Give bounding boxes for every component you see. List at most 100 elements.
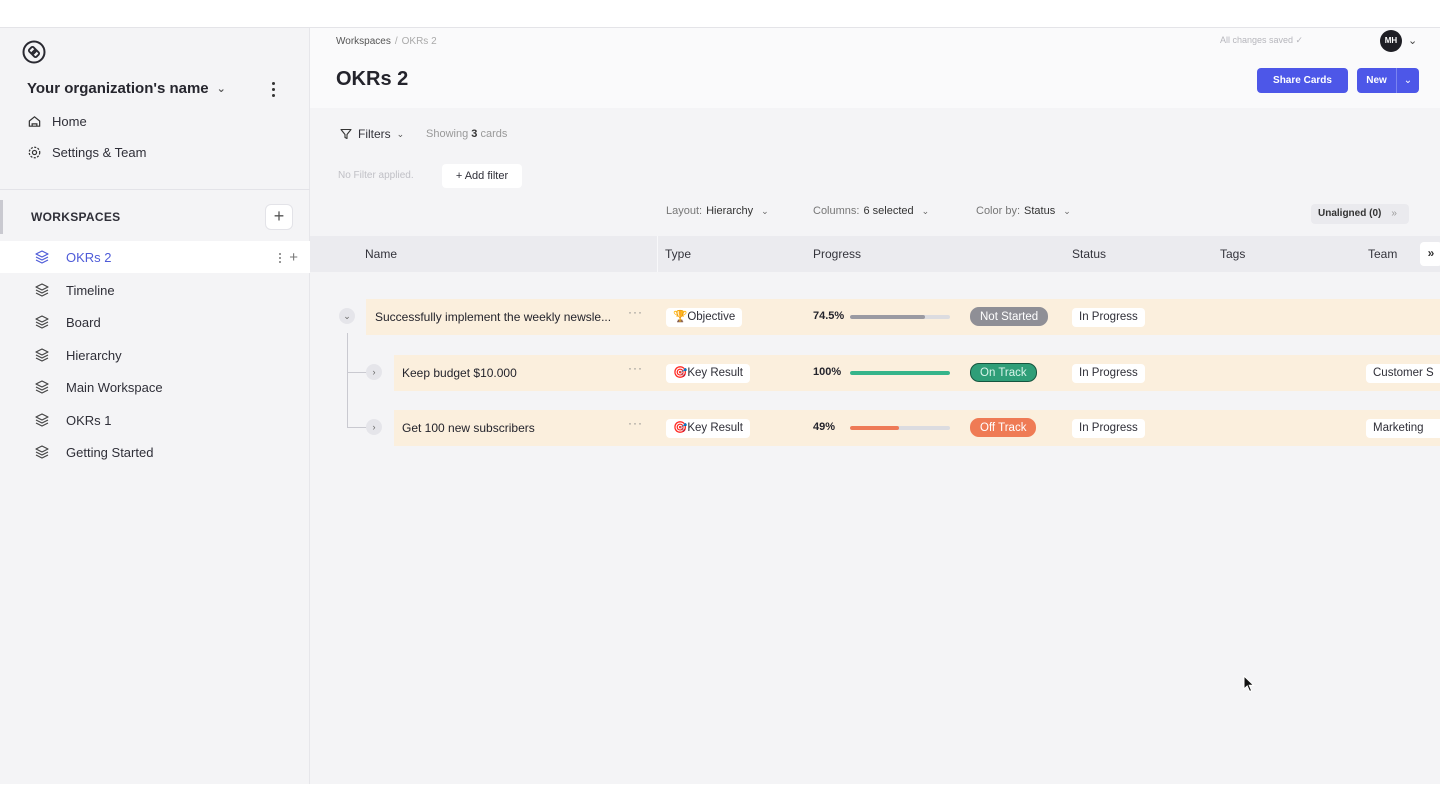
progress-bar-fill [850, 371, 950, 375]
workspaces-header: WORKSPACES + [0, 200, 310, 234]
chevron-down-icon: ⌄ [216, 83, 226, 95]
color-by-select[interactable]: Color by: Status ⌄ [976, 205, 1071, 217]
sidebar-divider [0, 189, 310, 190]
nav-settings[interactable]: Settings & Team [27, 145, 146, 160]
table-row[interactable]: Successfully implement the weekly newsle… [366, 299, 1440, 335]
type-pill: 🎯Key Result [666, 364, 750, 383]
layers-icon [35, 413, 49, 427]
table-row[interactable]: Keep budget $10.000 ··· 🎯Key Result 100%… [394, 355, 1440, 391]
workspace-item-getting-started[interactable]: Getting Started [0, 436, 310, 468]
status-pill[interactable]: In Progress [1072, 419, 1145, 438]
avatar[interactable]: MH [1380, 30, 1402, 52]
new-button[interactable]: New [1357, 68, 1397, 93]
sidebar: Your organization's name ⌄ Home Settings… [0, 28, 310, 784]
expand-row-icon[interactable]: › [366, 364, 382, 380]
column-header-name[interactable]: Name [365, 247, 397, 261]
workspace-item-timeline[interactable]: Timeline [0, 274, 310, 306]
status-badge[interactable]: Off Track [970, 418, 1037, 437]
row-menu-icon[interactable]: ··· [628, 416, 643, 430]
add-subpage-icon[interactable]: + [289, 249, 298, 266]
columns-select[interactable]: Columns: 6 selected ⌄ [813, 205, 929, 217]
share-cards-button[interactable]: Share Cards [1257, 68, 1348, 93]
double-chevron-right-icon: » [1391, 208, 1397, 219]
showing-count: Showing 3 cards [426, 128, 507, 140]
page-header: Workspaces / OKRs 2 OKRs 2 All changes sav… [310, 28, 1440, 108]
chevron-down-icon: ⌄ [396, 128, 405, 139]
filters-button[interactable]: Filters ⌄ [340, 127, 404, 141]
workspace-item-okrs-1[interactable]: OKRs 1 [0, 404, 310, 436]
column-header-progress[interactable]: Progress [813, 247, 861, 261]
new-button-group: New ⌄ [1357, 68, 1419, 93]
color-by-label: Color by: [976, 205, 1021, 217]
org-menu-icon[interactable] [266, 80, 280, 98]
team-pill[interactable]: Marketing [1366, 419, 1440, 438]
expand-columns-icon[interactable]: » [1420, 242, 1440, 266]
row-menu-icon[interactable]: ··· [628, 361, 643, 375]
progress-percent: 49% [813, 421, 836, 433]
expand-row-icon[interactable]: › [366, 419, 382, 435]
row-name[interactable]: Successfully implement the weekly newsle… [375, 310, 611, 324]
column-header-team[interactable]: Team [1368, 247, 1397, 261]
workspace-label: Getting Started [66, 444, 154, 460]
status-badge[interactable]: On Track [970, 363, 1037, 382]
column-header-status[interactable]: Status [1072, 247, 1106, 261]
workspace-item-main-workspace[interactable]: Main Workspace [0, 371, 310, 403]
workspace-label: Board [66, 314, 101, 330]
table-row[interactable]: Get 100 new subscribers ··· 🎯Key Result … [394, 410, 1440, 446]
type-pill: 🏆Objective [666, 308, 743, 327]
workspace-item-hierarchy[interactable]: Hierarchy [0, 339, 310, 371]
progress-bar-fill [850, 315, 925, 319]
layout-select[interactable]: Layout: Hierarchy ⌄ [666, 205, 769, 217]
chevron-down-icon: ⌄ [921, 205, 930, 216]
layers-icon [35, 315, 49, 329]
workspace-label: Timeline [66, 282, 115, 298]
app-logo-icon[interactable] [22, 40, 46, 64]
nav-home[interactable]: Home [27, 114, 87, 129]
progress-bar [850, 371, 950, 375]
chevron-down-icon: ⌄ [1063, 205, 1071, 216]
org-switcher[interactable]: Your organization's name ⌄ [27, 80, 226, 97]
unaligned-button[interactable]: Unaligned (0) » [1311, 204, 1409, 224]
team-pill[interactable]: Customer S [1366, 364, 1440, 383]
columns-label: Columns: [813, 205, 860, 217]
chevron-down-icon[interactable]: ⌄ [1408, 34, 1417, 47]
status-pill[interactable]: In Progress [1072, 308, 1145, 327]
filter-icon [340, 128, 352, 140]
tree-connector [347, 427, 367, 428]
row-menu-icon[interactable]: ··· [628, 305, 643, 319]
showing-suffix: cards [480, 128, 508, 140]
layout-label: Layout: [666, 205, 703, 217]
chevron-down-icon: ⌄ [761, 205, 769, 216]
layers-icon [35, 283, 49, 297]
layers-icon [35, 445, 49, 459]
workspace-menu-icon[interactable] [279, 252, 282, 263]
row-name[interactable]: Keep budget $10.000 [402, 366, 517, 380]
breadcrumb-current: OKRs 2 [401, 36, 437, 47]
workspace-item-board[interactable]: Board [0, 306, 310, 338]
workspace-item-okrs-2[interactable]: OKRs 2 + [0, 241, 310, 273]
breadcrumb-workspaces[interactable]: Workspaces [336, 36, 391, 47]
row-name[interactable]: Get 100 new subscribers [402, 421, 535, 435]
add-filter-button[interactable]: + Add filter [442, 164, 522, 188]
collapse-row-icon[interactable]: ⌄ [339, 308, 355, 324]
columns-value: 6 selected [863, 205, 914, 217]
nav-home-label: Home [52, 114, 87, 129]
home-icon [28, 116, 41, 127]
table-header: Name Type Progress Status Tags Team » [310, 236, 1440, 272]
app-window: Your organization's name ⌄ Home Settings… [0, 27, 1440, 784]
status-badge[interactable]: Not Started [970, 307, 1049, 326]
progress-percent: 74.5% [813, 310, 845, 322]
progress-bar [850, 426, 950, 430]
column-header-type[interactable]: Type [665, 247, 691, 261]
workspace-label: OKRs 1 [66, 412, 112, 428]
unaligned-label: Unaligned (0) [1318, 208, 1382, 219]
breadcrumb: Workspaces / OKRs 2 [336, 36, 437, 47]
layers-icon [35, 250, 49, 264]
progress-percent: 100% [813, 366, 842, 378]
column-header-tags[interactable]: Tags [1220, 247, 1245, 261]
add-workspace-button[interactable]: + [265, 204, 293, 230]
chevron-down-icon[interactable]: ⌄ [1397, 68, 1419, 93]
status-pill[interactable]: In Progress [1072, 364, 1145, 383]
workspace-label: Hierarchy [66, 347, 122, 363]
save-status: All changes saved ✓ [1220, 35, 1304, 45]
